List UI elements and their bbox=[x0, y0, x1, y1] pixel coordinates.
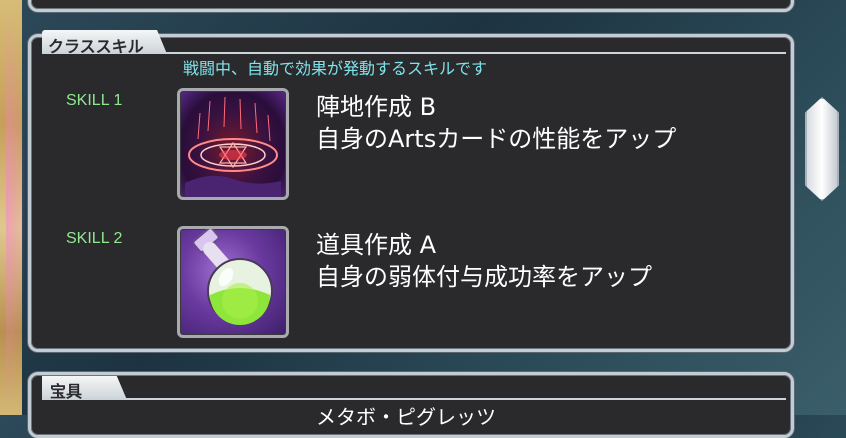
header-divider bbox=[42, 52, 786, 54]
skill-2-name: 道具作成 A bbox=[316, 231, 437, 259]
potion-flask-icon[interactable] bbox=[177, 226, 289, 338]
skill-2-label: SKILL 2 bbox=[66, 230, 123, 247]
skill-1-name: 陣地作成 B bbox=[316, 93, 437, 121]
noble-phantasm-name: メタボ・ピグレッツ bbox=[316, 405, 496, 429]
skill-1-label: SKILL 1 bbox=[66, 92, 123, 109]
class-skill-panel bbox=[28, 34, 794, 352]
skill-1-description: 自身のArtsカードの性能をアップ bbox=[316, 125, 677, 153]
noble-phantasm-title: 宝具 bbox=[50, 382, 83, 401]
np-header-divider bbox=[42, 398, 786, 400]
class-skill-subtitle: 戦闘中、自動で効果が発動するスキルです bbox=[183, 59, 488, 78]
class-skill-title: クラススキル bbox=[48, 37, 144, 56]
skill-2-description: 自身の弱体付与成功率をアップ bbox=[316, 263, 652, 291]
magic-circle-icon[interactable] bbox=[177, 88, 289, 200]
previous-panel bbox=[28, 0, 794, 12]
background-glow bbox=[6, 0, 26, 415]
scrollbar-handle[interactable] bbox=[805, 97, 839, 201]
scrollbar-track[interactable] bbox=[798, 0, 838, 415]
